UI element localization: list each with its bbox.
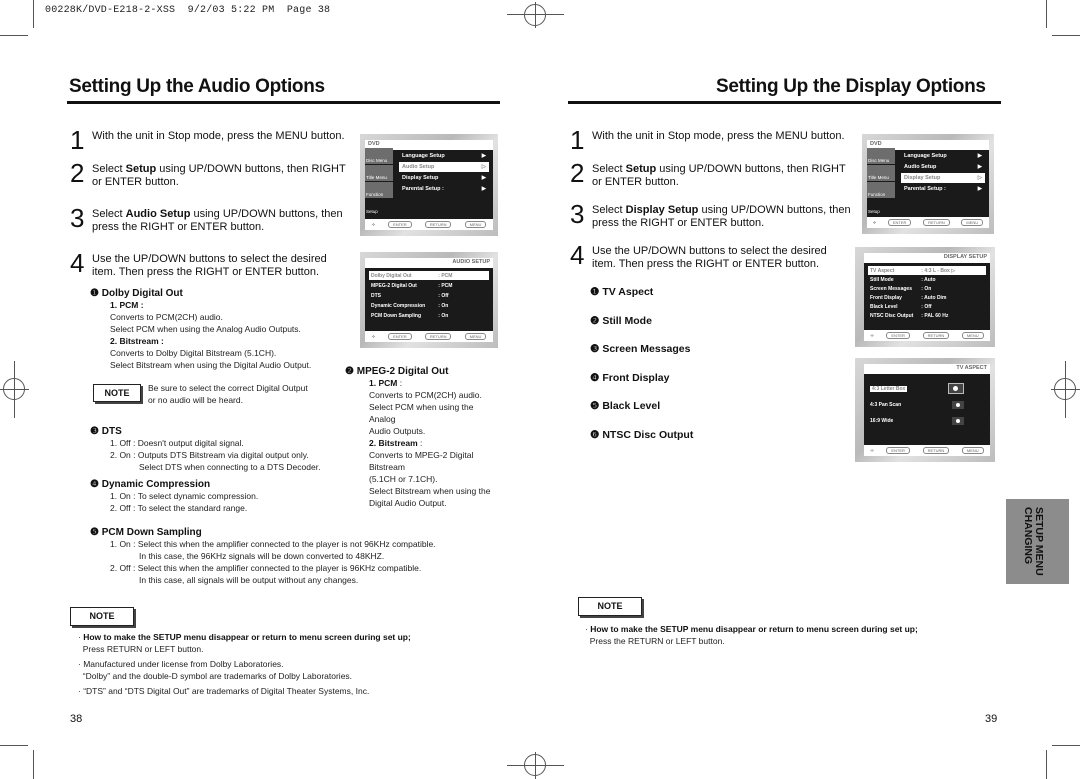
audio-row: Dolby Digital Out: PCM xyxy=(369,271,489,280)
note-label: NOTE xyxy=(578,597,642,616)
audio-row: MPEG-2 Digital Out: PCM xyxy=(371,282,453,289)
display-items-list: ❶ TV Aspect ❷ Still Mode ❸ Screen Messag… xyxy=(590,278,693,450)
note-inline-text: Be sure to select the correct Digital Ou… xyxy=(148,383,308,405)
menu-parental-setup: Parental Setup : ▶ xyxy=(402,186,486,192)
item-tv-aspect: ❶ TV Aspect xyxy=(590,286,654,298)
crop-mark xyxy=(1046,750,1047,779)
note-label: NOTE xyxy=(93,384,141,402)
registration-circle xyxy=(524,4,546,26)
registration-circle xyxy=(3,378,25,400)
step-2: 2 Select Setup using UP/DOWN buttons, th… xyxy=(70,158,346,188)
crop-mark xyxy=(1052,35,1080,36)
audio-row: Dynamic Compression: On xyxy=(371,302,449,309)
side-title-menu: Title Menu xyxy=(365,165,393,182)
screen-footer: ✣ ENTER RETURN MENU xyxy=(365,331,493,342)
nav-pad-icon: ✣ xyxy=(371,222,375,227)
tv-aspect-screenshot: TV ASPECT 4:3 Letter Box 4:3 Pan Scan 16… xyxy=(855,358,995,462)
page-number-right: 39 xyxy=(985,713,998,725)
nav-pad-icon: ✣ xyxy=(870,333,874,338)
radio-selected-icon xyxy=(948,383,964,394)
crop-mark xyxy=(0,745,28,746)
registration-circle xyxy=(524,754,546,776)
note-label: NOTE xyxy=(70,607,134,626)
audio-setup-screenshot: AUDIO SETUP Dolby Digital Out: PCM MPEG-… xyxy=(360,252,498,348)
note-bullets: · How to make the SETUP menu disappear o… xyxy=(78,632,411,696)
display-steps: 1 With the unit in Stop mode, press the … xyxy=(570,125,852,271)
step-4: 4 Use the UP/DOWN buttons to select the … xyxy=(70,248,327,278)
crop-mark xyxy=(0,35,28,36)
crop-mark xyxy=(33,750,34,779)
audio-row: PCM Down Sampling: On xyxy=(371,312,449,319)
radio-icon xyxy=(952,416,964,425)
section-dolby-digital-out: ❶ Dolby Digital Out 1. PCM : Converts to… xyxy=(90,288,312,370)
display-setup-screenshot: DISPLAY SETUP TV Aspect: 4:3 L - Box ▷ S… xyxy=(855,247,995,347)
nav-pad-icon: ✣ xyxy=(371,334,375,339)
item-black-level: ❺ Black Level xyxy=(590,400,661,413)
crop-mark xyxy=(33,0,34,28)
nav-pad-icon: ✣ xyxy=(872,220,877,225)
nav-pad-icon: ✣ xyxy=(870,448,874,453)
page-title-audio: Setting Up the Audio Options xyxy=(69,76,325,97)
audio-steps: 1 With the unit in Stop mode, press the … xyxy=(70,125,350,279)
side-tab-text: SETUP MENU CHANGING xyxy=(1022,507,1045,576)
screen-footer: ✣ ENTER RETURN MENU xyxy=(365,219,493,230)
note-bullets: · How to make the SETUP menu disappear o… xyxy=(585,624,918,646)
setup-menu-screenshot: DVD Disc Menu Title Menu Function Setup … xyxy=(360,134,498,236)
side-function: Function xyxy=(365,182,393,199)
item-front-display: ❹ Front Display xyxy=(590,371,670,384)
step-3: 3 Select Display Setup using UP/DOWN but… xyxy=(570,199,851,229)
title-rule xyxy=(67,101,500,104)
crop-mark xyxy=(1046,0,1047,28)
section-dts: ❸ DTS 1. Off : Doesn't output digital si… xyxy=(90,426,321,472)
radio-icon xyxy=(952,400,964,409)
crop-mark xyxy=(1052,745,1080,746)
step-3: 3 Select Audio Setup using UP/DOWN butto… xyxy=(70,203,343,233)
menu-audio-setup: Audio Setup ▷ xyxy=(399,162,489,172)
menu-language-setup: Language Setup ▶ xyxy=(402,153,486,159)
page-number-left: 38 xyxy=(70,713,83,725)
step-2: 2 Select Setup using UP/DOWN buttons, th… xyxy=(570,158,846,188)
step-1: 1 With the unit in Stop mode, press the … xyxy=(570,125,845,155)
setup-menu-screenshot: DVD Disc Menu Title Menu Function Setup … xyxy=(862,134,994,234)
section-dynamic-compression: ❹ Dynamic Compression 1. On : To select … xyxy=(90,479,259,513)
page-title-display: Setting Up the Display Options xyxy=(716,76,986,97)
side-setup: Setup xyxy=(365,199,393,216)
title-rule xyxy=(568,101,1001,104)
step-4: 4 Use the UP/DOWN buttons to select the … xyxy=(570,240,827,270)
registration-circle xyxy=(1054,378,1076,400)
side-disc-menu: Disc Menu xyxy=(365,148,393,165)
item-ntsc-disc-output: ❻ NTSC Disc Output xyxy=(590,428,694,441)
section-pcm-down-sampling: ❺ PCM Down Sampling 1. On : Select this … xyxy=(90,527,436,585)
item-still-mode: ❷ Still Mode xyxy=(590,314,652,327)
print-slug: 00228K/DVD-E218-2-XSS 9/2/03 5:22 PM Pag… xyxy=(45,5,331,16)
step-1: 1 With the unit in Stop mode, press the … xyxy=(70,125,345,155)
section-mpeg2-digital-out: ❷ MPEG-2 Digital Out 1. PCM : Converts t… xyxy=(345,366,491,508)
menu-display-setup: Display Setup ▶ xyxy=(402,175,486,181)
item-screen-messages: ❸ Screen Messages xyxy=(590,343,691,356)
chapter-side-tab: SETUP MENU CHANGING xyxy=(1006,499,1069,584)
audio-row: DTS: Off xyxy=(371,292,449,299)
